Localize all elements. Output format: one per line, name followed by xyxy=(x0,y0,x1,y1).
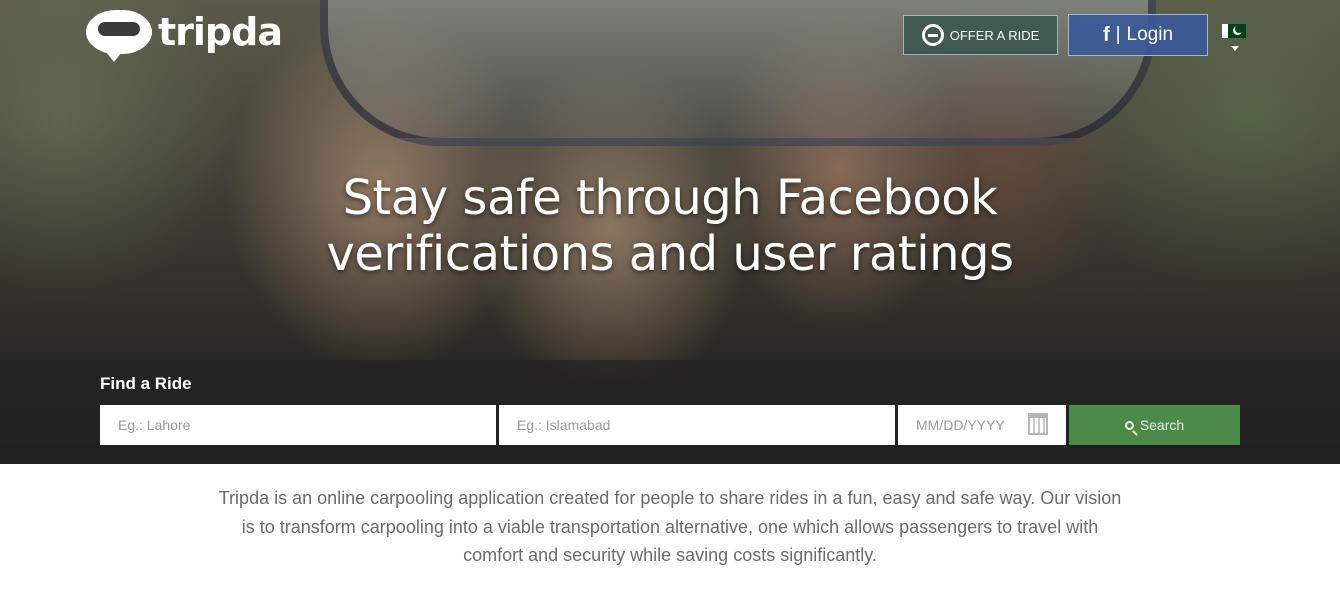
search-icon xyxy=(1124,420,1134,430)
hero-section: tripda OFFER A RIDE f | Login Stay safe … xyxy=(0,0,1340,464)
pakistan-flag-icon[interactable] xyxy=(1222,24,1246,38)
tripda-logo[interactable]: tripda xyxy=(86,10,283,62)
origin-input[interactable] xyxy=(100,405,496,445)
search-label: Search xyxy=(1139,417,1185,433)
crescent-icon xyxy=(1233,25,1243,35)
about-description: Tripda is an online carpooling applicati… xyxy=(218,488,1122,565)
offer-ride-button[interactable]: OFFER A RIDE xyxy=(903,15,1058,55)
destination-input[interactable] xyxy=(499,405,895,445)
steering-wheel-icon xyxy=(921,24,944,46)
chevron-down-icon[interactable] xyxy=(1231,46,1239,51)
search-button[interactable]: Search xyxy=(1069,405,1240,445)
facebook-login-button[interactable]: f | Login xyxy=(1068,14,1208,56)
calendar-icon[interactable] xyxy=(1028,413,1048,435)
car-logo-icon xyxy=(86,10,152,62)
offer-ride-label: OFFER A RIDE xyxy=(949,27,1040,43)
login-label: Login xyxy=(1126,24,1174,45)
find-ride-title: Find a Ride xyxy=(100,374,192,393)
facebook-icon: f xyxy=(1102,23,1110,46)
logo-text: tripda xyxy=(158,10,283,54)
login-separator: | xyxy=(1115,24,1121,45)
find-ride-bar: Find a Ride Search xyxy=(0,360,1340,464)
hero-headline: Stay safe through Facebook verifications… xyxy=(326,170,1014,282)
